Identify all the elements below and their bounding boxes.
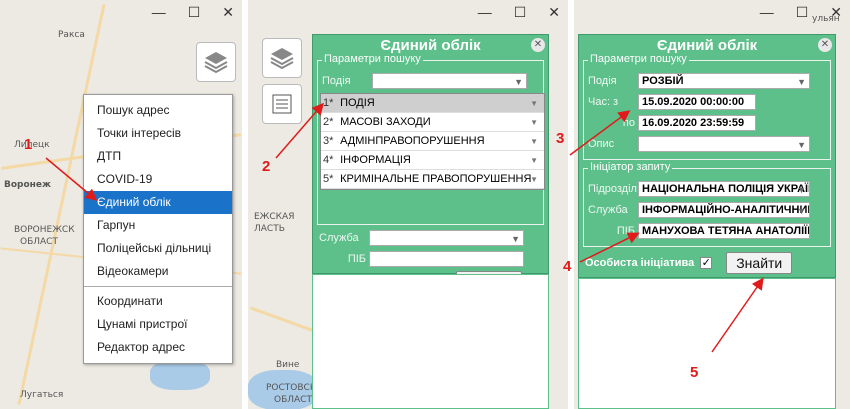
annotation-arrows — [45, 102, 764, 353]
annotation-5: 5 — [690, 364, 699, 381]
arrow-1 — [45, 157, 98, 201]
annotation-1: 1 — [24, 136, 33, 153]
arrow-3 — [569, 110, 631, 156]
annotation-2: 2 — [262, 158, 271, 175]
annotation-4: 4 — [563, 258, 572, 275]
annotation-3: 3 — [556, 130, 565, 147]
arrow-4 — [579, 232, 640, 263]
arrow-2 — [275, 102, 324, 159]
arrow-5 — [711, 277, 764, 353]
